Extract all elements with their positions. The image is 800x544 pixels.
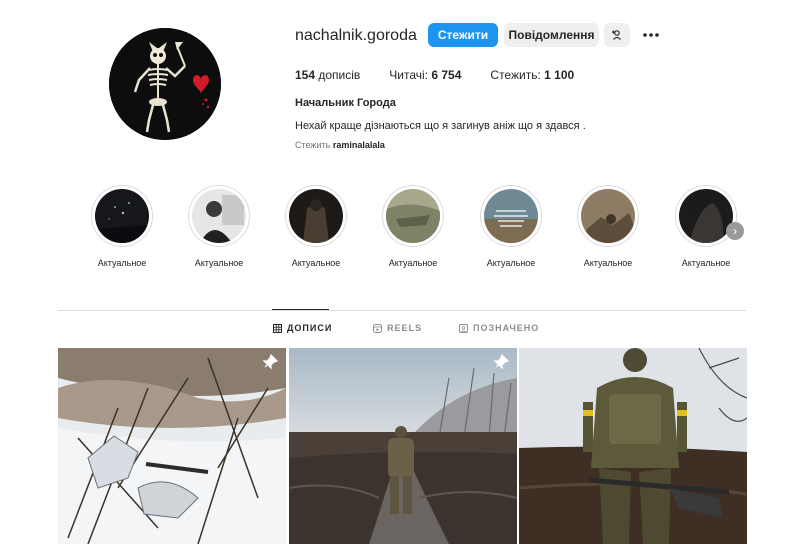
add-person-icon: [612, 30, 621, 40]
following-label: Стежить:: [490, 68, 541, 82]
jolly-roger-skeleton-image: [109, 28, 221, 140]
profile-bio: Нехай краще дізнаються що я загинув аніж…: [295, 120, 586, 132]
highlight-item[interactable]: Актуальное: [475, 185, 547, 268]
followers-count: 6 754: [431, 68, 462, 82]
highlight-label: Актуальное: [97, 258, 147, 268]
suggested-people-button[interactable]: [604, 23, 630, 47]
highlight-cover: [386, 189, 440, 243]
highlight-item[interactable]: Актуальное: [183, 185, 255, 268]
message-button[interactable]: Повідомлення: [504, 23, 599, 47]
highlights-next-button[interactable]: ›: [726, 222, 744, 240]
highlight-ring: [577, 185, 639, 247]
highlight-cover: [95, 189, 149, 243]
highlight-ring: [675, 185, 737, 247]
tab-reels[interactable]: REELS: [373, 323, 422, 333]
post-image: [58, 348, 286, 544]
highlight-cover: [289, 189, 343, 243]
highlight-ring: [480, 185, 542, 247]
highlight-cover: [581, 189, 635, 243]
highlight-ring: [285, 185, 347, 247]
more-dots-icon: [643, 33, 659, 37]
profile-full-name: Начальник Города: [295, 97, 396, 109]
highlight-cover: [192, 189, 246, 243]
more-options-button[interactable]: [638, 23, 664, 47]
highlight-cover: [679, 189, 733, 243]
highlight-label: Актуальное: [583, 258, 633, 268]
post-image: [289, 348, 517, 544]
highlight-label: Актуальное: [486, 258, 536, 268]
highlight-ring: [382, 185, 444, 247]
followed-by-label: Стежить: [295, 140, 331, 150]
highlight-item[interactable]: Актуальное: [86, 185, 158, 268]
followers-stat[interactable]: Читачі: 6 754: [389, 68, 461, 82]
profile-avatar[interactable]: [109, 28, 221, 140]
tab-reels-label: REELS: [387, 323, 423, 333]
highlight-item[interactable]: Актуальное: [572, 185, 644, 268]
highlight-item[interactable]: Актуальное: [377, 185, 449, 268]
posts-count: 154: [295, 68, 316, 82]
post-image: [519, 348, 747, 544]
tab-posts[interactable]: ДОПИСИ: [273, 323, 332, 333]
pinned-icon: [493, 354, 509, 370]
reels-icon: [373, 323, 382, 333]
following-stat[interactable]: Стежить: 1 100: [490, 68, 574, 82]
active-tab-indicator: [272, 309, 329, 310]
chevron-right-icon: ›: [733, 224, 737, 238]
highlight-item[interactable]: Актуальное: [280, 185, 352, 268]
following-count: 1 100: [544, 68, 575, 82]
post-thumbnail[interactable]: [519, 348, 747, 544]
tabs-divider: [58, 310, 746, 311]
story-highlights: Актуальное Актуальное Актуальное Актуаль…: [86, 185, 746, 275]
profile-stats: 154 дописів Читачі: 6 754 Стежить: 1 100: [295, 68, 603, 82]
posts-label: дописів: [318, 68, 361, 82]
post-thumbnail[interactable]: [289, 348, 517, 544]
highlight-label: Актуальное: [388, 258, 438, 268]
highlight-cover: [484, 189, 538, 243]
posts-stat: 154 дописів: [295, 68, 360, 82]
tab-tagged-label: ПОЗНАЧЕНО: [473, 323, 540, 333]
highlight-label: Актуальное: [291, 258, 341, 268]
tab-posts-label: ДОПИСИ: [287, 323, 333, 333]
profile-username: nachalnik.goroda: [295, 27, 417, 44]
followed-by-user[interactable]: raminalalala: [333, 140, 385, 150]
tagged-icon: [459, 323, 468, 333]
followers-label: Читачі:: [389, 68, 429, 82]
follow-button[interactable]: Стежити: [428, 23, 498, 47]
post-thumbnail[interactable]: [58, 348, 286, 544]
tab-tagged[interactable]: ПОЗНАЧЕНО: [459, 323, 539, 333]
highlight-label: Актуальное: [194, 258, 244, 268]
highlight-label: Актуальное: [681, 258, 731, 268]
pinned-icon: [262, 354, 278, 370]
highlight-ring: [188, 185, 250, 247]
highlight-ring: [91, 185, 153, 247]
grid-icon: [273, 323, 282, 333]
followed-by[interactable]: Стежить raminalalala: [295, 140, 385, 150]
